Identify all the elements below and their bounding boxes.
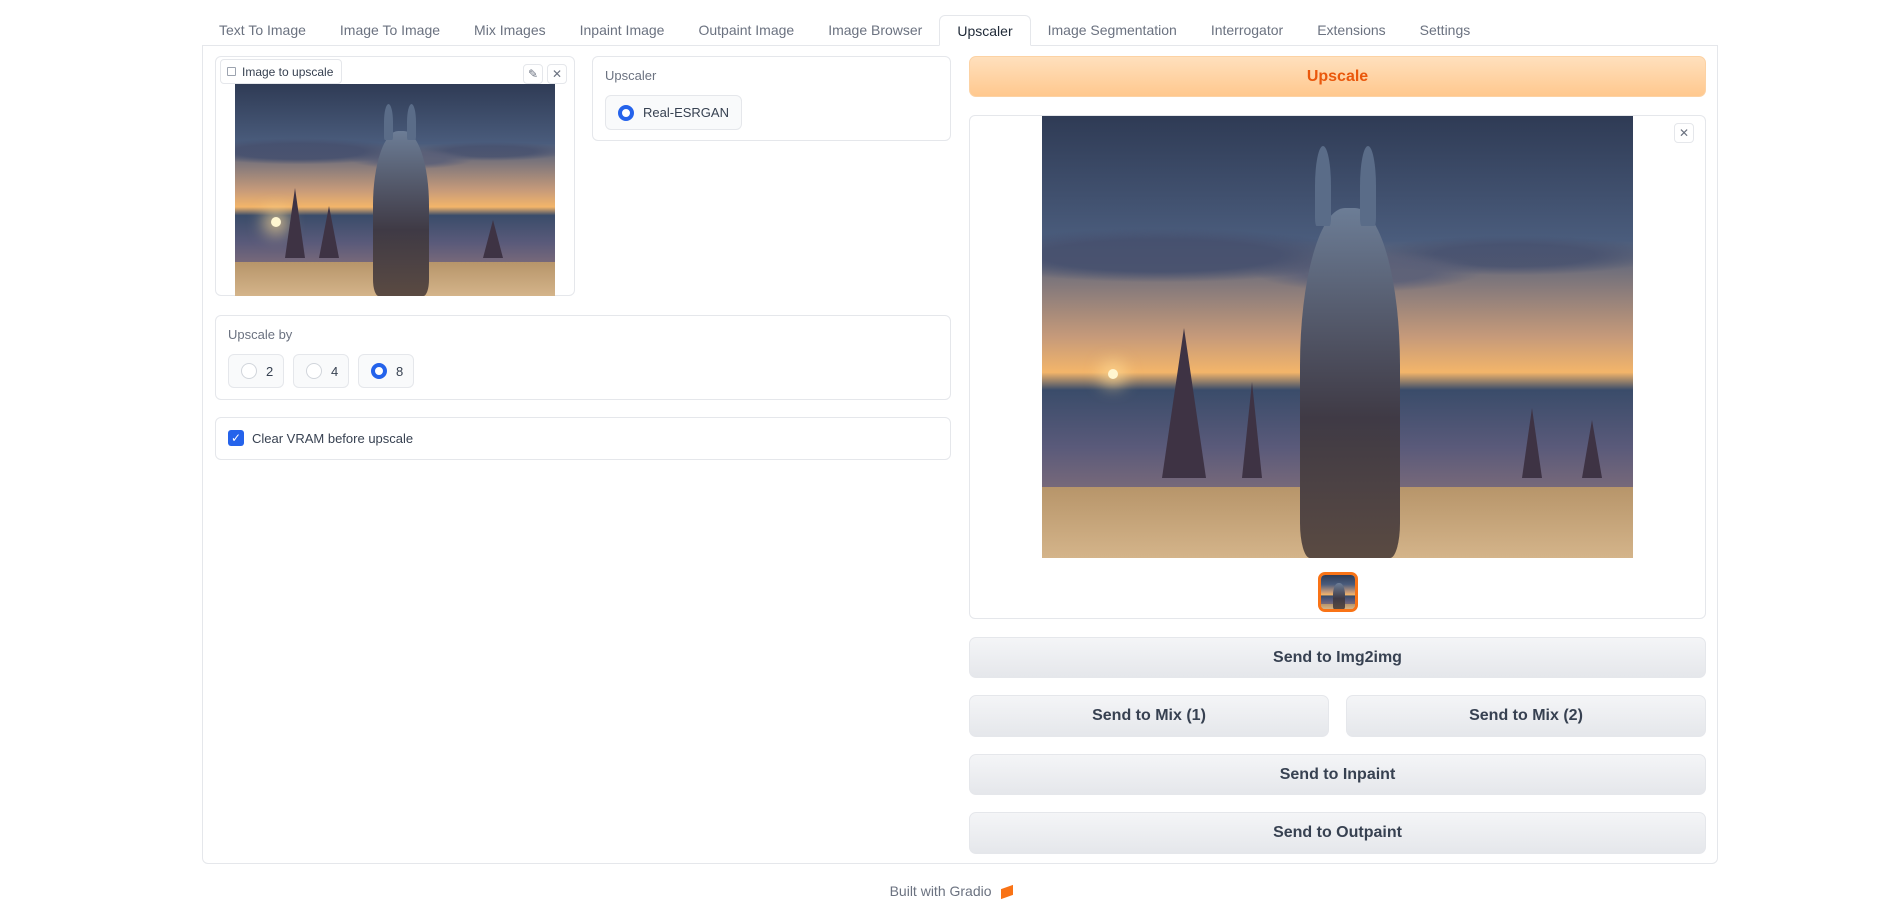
tab-mix-images[interactable]: Mix Images: [457, 15, 563, 46]
output-gallery: ✕: [969, 115, 1706, 619]
tab-outpaint-image[interactable]: Outpaint Image: [681, 15, 811, 46]
input-image-preview: [235, 84, 555, 296]
clear-vram-checkbox[interactable]: ✓ Clear VRAM before upscale: [228, 430, 413, 446]
send-to-mix2-button[interactable]: Send to Mix (2): [1346, 695, 1706, 737]
tab-extensions[interactable]: Extensions: [1300, 15, 1402, 46]
radio-icon: [306, 363, 322, 379]
upscale-option-8[interactable]: 8: [358, 354, 414, 388]
upscaler-label: Upscaler: [605, 68, 657, 83]
tab-text-to-image[interactable]: Text To Image: [202, 15, 323, 46]
clear-vram-label: Clear VRAM before upscale: [252, 430, 414, 446]
radio-icon: [241, 363, 257, 379]
edit-icon[interactable]: ✎: [523, 64, 543, 84]
upscaler-box: Upscaler Real-ESRGAN: [592, 56, 951, 141]
tab-image-browser[interactable]: Image Browser: [811, 15, 939, 46]
close-icon[interactable]: ✕: [547, 64, 567, 84]
upscale-option-4[interactable]: 4: [293, 354, 349, 388]
upscaler-panel: Image to upscale ✎ ✕ Upscaler Real-ESRGA…: [202, 45, 1718, 864]
upscaler-option-real-esrgan[interactable]: Real-ESRGAN: [605, 95, 742, 130]
close-icon[interactable]: ✕: [1674, 123, 1694, 143]
input-image-label: Image to upscale: [220, 59, 343, 84]
send-to-inpaint-button[interactable]: Send to Inpaint: [969, 754, 1706, 795]
send-to-mix1-button[interactable]: Send to Mix (1): [969, 695, 1329, 737]
tab-image-to-image[interactable]: Image To Image: [323, 15, 457, 46]
upscale-button[interactable]: Upscale: [969, 56, 1706, 97]
tab-bar: Text To Image Image To Image Mix Images …: [202, 15, 1710, 46]
tab-upscaler[interactable]: Upscaler: [939, 15, 1031, 46]
send-to-img2img-button[interactable]: Send to Img2img: [969, 637, 1706, 678]
footer-link[interactable]: Built with Gradio: [890, 883, 992, 899]
input-image-label-text: Image to upscale: [242, 64, 334, 79]
tab-settings[interactable]: Settings: [1403, 15, 1488, 46]
tab-image-segmentation[interactable]: Image Segmentation: [1031, 15, 1194, 46]
radio-icon: [371, 363, 387, 379]
upscale-option-4-label: 4: [331, 363, 339, 379]
radio-icon: [618, 104, 634, 121]
tab-inpaint-image[interactable]: Inpaint Image: [563, 15, 682, 46]
clear-vram-box: ✓ Clear VRAM before upscale: [215, 417, 951, 460]
image-icon: [227, 67, 236, 76]
footer: Built with Gradio: [0, 883, 1903, 900]
upscaler-option-label: Real-ESRGAN: [643, 105, 729, 120]
checkbox-checked-icon: ✓: [228, 430, 244, 446]
input-image-box[interactable]: Image to upscale ✎ ✕: [215, 56, 575, 296]
tab-interrogator[interactable]: Interrogator: [1194, 15, 1300, 46]
upscale-by-box: Upscale by 2 4 8: [215, 315, 951, 400]
output-image[interactable]: [1042, 116, 1633, 558]
send-to-outpaint-button[interactable]: Send to Outpaint: [969, 812, 1706, 854]
upscale-option-2-label: 2: [266, 363, 274, 379]
gradio-logo-icon: [1001, 885, 1014, 900]
output-thumbnail[interactable]: [1318, 572, 1358, 612]
upscale-option-2[interactable]: 2: [228, 354, 284, 388]
upscale-by-label: Upscale by: [228, 327, 293, 342]
upscale-option-8-label: 8: [396, 363, 404, 379]
